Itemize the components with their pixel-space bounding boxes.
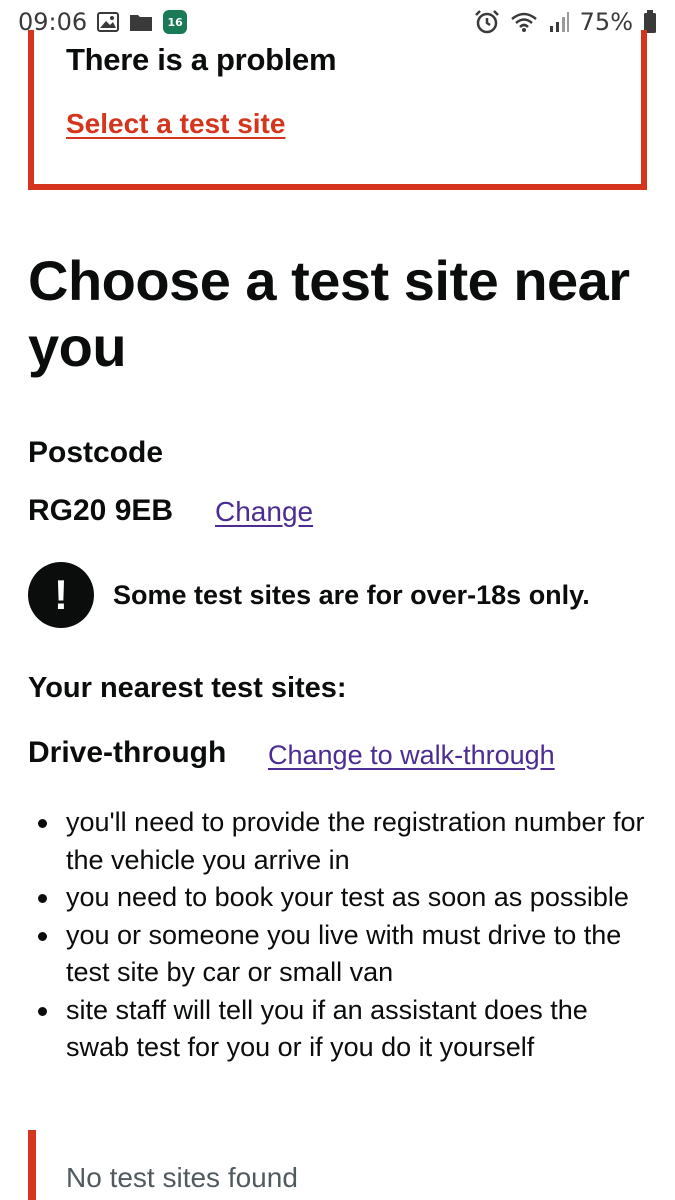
list-item: site staff will tell you if an assistant…: [28, 992, 648, 1067]
drive-through-requirements-list: you'll need to provide the registration …: [28, 804, 648, 1067]
change-postcode-link[interactable]: Change: [215, 496, 313, 528]
postcode-label: Postcode: [28, 436, 164, 469]
no-sites-inset: No test sites found: [28, 1130, 648, 1200]
drive-through-heading: Drive-through: [28, 736, 227, 769]
list-item: you need to book your test as soon as po…: [28, 879, 648, 917]
change-to-walk-through-link[interactable]: Change to walk-through: [268, 740, 555, 771]
select-test-site-error-link[interactable]: Select a test site: [66, 108, 285, 140]
warning-text: Some test sites are for over-18s only.: [113, 580, 590, 610]
warning-icon: !: [28, 562, 94, 628]
nearest-sites-heading: Your nearest test sites:: [28, 672, 347, 704]
list-item: you'll need to provide the registration …: [28, 804, 648, 879]
folder-icon: [129, 12, 153, 32]
page-title: Choose a test site near you: [28, 249, 630, 378]
gallery-icon: [97, 12, 120, 32]
list-item: you or someone you live with must drive …: [28, 917, 648, 992]
no-sites-text: No test sites found: [66, 1162, 298, 1193]
error-summary-title: There is a problem: [66, 42, 337, 77]
error-summary: There is a problem Select a test site: [28, 30, 647, 190]
postcode-value: RG20 9EB: [28, 494, 174, 527]
